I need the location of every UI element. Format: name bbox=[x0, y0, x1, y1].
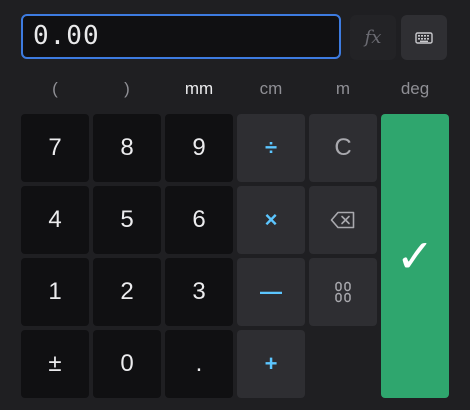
key-9[interactable]: 9 bbox=[165, 114, 233, 182]
backspace-button[interactable] bbox=[309, 186, 377, 254]
key-8[interactable]: 8 bbox=[93, 114, 161, 182]
divide-button[interactable]: ÷ bbox=[237, 114, 305, 182]
unit-mm[interactable]: mm bbox=[165, 78, 233, 100]
unit-m[interactable]: m bbox=[309, 78, 377, 100]
unit-deg[interactable]: deg bbox=[381, 78, 449, 100]
key-5[interactable]: 5 bbox=[93, 186, 161, 254]
link-icon bbox=[335, 281, 351, 303]
key-4[interactable]: 4 bbox=[21, 186, 89, 254]
unit-close-paren[interactable]: ) bbox=[93, 78, 161, 100]
function-button[interactable]: fx bbox=[350, 15, 396, 60]
fx-label: fx bbox=[364, 27, 382, 48]
backspace-icon bbox=[330, 211, 355, 229]
link-button[interactable] bbox=[309, 258, 377, 326]
confirm-button[interactable]: ✓ bbox=[381, 114, 449, 398]
expression-input[interactable]: 0.00 bbox=[21, 14, 341, 59]
key-7[interactable]: 7 bbox=[21, 114, 89, 182]
key-3[interactable]: 3 bbox=[165, 258, 233, 326]
clear-button[interactable]: C bbox=[309, 114, 377, 182]
add-button[interactable]: + bbox=[237, 330, 305, 398]
key-1[interactable]: 1 bbox=[21, 258, 89, 326]
keyboard-icon bbox=[415, 31, 433, 44]
keyboard-button[interactable] bbox=[401, 15, 447, 60]
plus-minus-button[interactable]: ± bbox=[21, 330, 89, 398]
decimal-button[interactable]: . bbox=[165, 330, 233, 398]
multiply-button[interactable]: × bbox=[237, 186, 305, 254]
key-0[interactable]: 0 bbox=[93, 330, 161, 398]
calculator-panel: 0.00 fx ( ) mm cm m deg 7 8 9 ÷ C 4 5 6 … bbox=[0, 0, 470, 410]
subtract-button[interactable]: — bbox=[237, 258, 305, 326]
unit-open-paren[interactable]: ( bbox=[21, 78, 89, 100]
unit-cm[interactable]: cm bbox=[237, 78, 305, 100]
key-6[interactable]: 6 bbox=[165, 186, 233, 254]
key-2[interactable]: 2 bbox=[93, 258, 161, 326]
